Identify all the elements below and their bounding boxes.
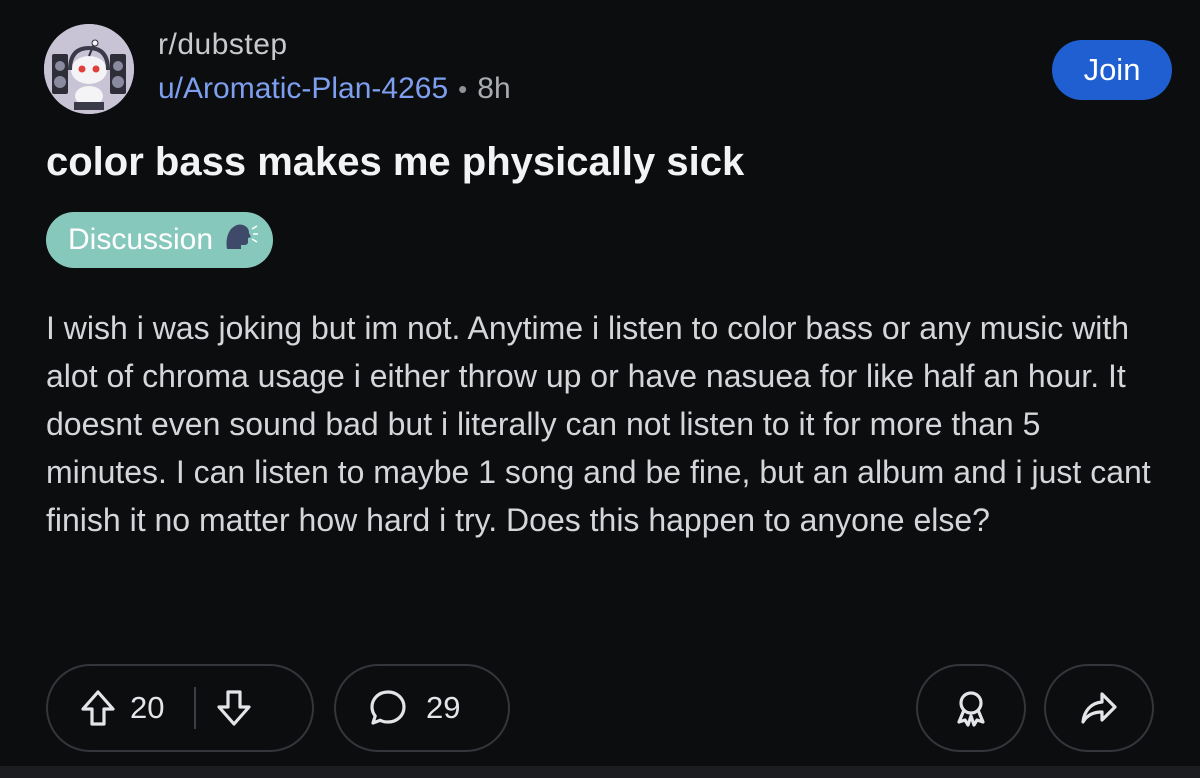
downvote-icon[interactable]: [216, 689, 252, 727]
award-icon: [951, 688, 991, 728]
vote-count: 20: [130, 690, 165, 725]
bottom-edge: [0, 766, 1200, 778]
snoo-speaker-icon: [44, 24, 134, 114]
post-meta: u/Aromatic-Plan-4265 • 8h: [158, 72, 511, 106]
post-card: r/dubstep u/Aromatic-Plan-4265 • 8h Join…: [0, 0, 1200, 778]
comment-count: 29: [426, 690, 461, 725]
post-body: I wish i was joking but im not. Anytime …: [46, 310, 1151, 538]
upvote-icon[interactable]: [80, 689, 116, 727]
community-avatar[interactable]: [44, 24, 134, 114]
award-button[interactable]: [916, 664, 1026, 752]
meta-separator: •: [458, 73, 468, 104]
share-button[interactable]: [1044, 664, 1154, 752]
flair-label: Discussion: [68, 223, 214, 256]
post-flair[interactable]: Discussion: [46, 212, 274, 268]
comments-button[interactable]: 29: [334, 664, 510, 752]
author-link[interactable]: u/Aromatic-Plan-4265: [158, 72, 448, 106]
vote-divider: [194, 687, 197, 729]
community-name[interactable]: r/dubstep: [158, 28, 288, 62]
comment-icon: [368, 688, 408, 728]
post-title[interactable]: color bass makes me physically sick: [46, 140, 744, 185]
post-age: 8h: [477, 72, 511, 105]
share-icon: [1079, 688, 1119, 728]
join-button[interactable]: Join: [1052, 40, 1172, 100]
speaking-head-icon: [223, 221, 259, 259]
vote-bar: 20: [46, 664, 314, 752]
